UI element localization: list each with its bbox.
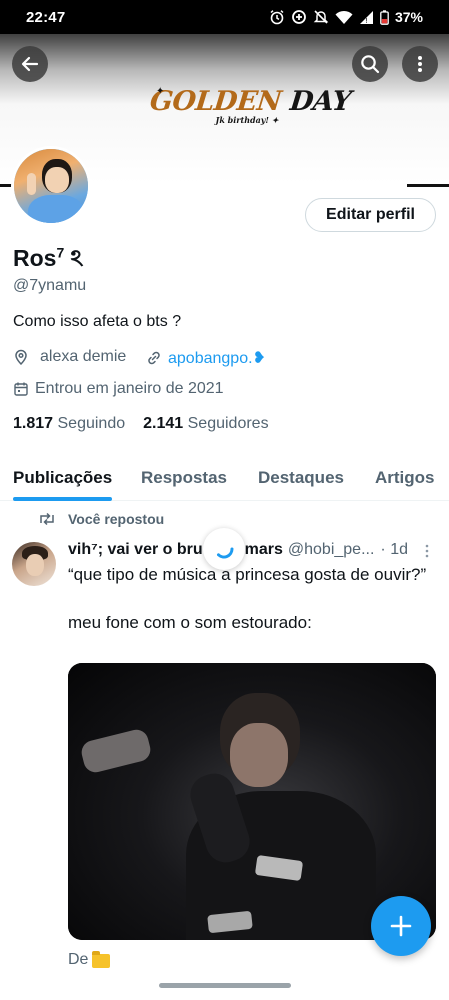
tab-destaques[interactable]: Destaques [258, 454, 344, 501]
banner-title-gold: GOLDEN [148, 86, 283, 117]
post-author-tail: mars [244, 541, 283, 558]
tab-respostas[interactable]: Respostas [141, 454, 227, 501]
link-icon [146, 350, 162, 366]
profile-joined: Entrou em janeiro de 2021 [13, 380, 224, 398]
status-icons: ! 37% [269, 9, 423, 25]
banner-title: GOLDEN DAY [148, 86, 352, 117]
followers-count: 2.141 [143, 415, 184, 432]
svg-text:!: ! [365, 17, 368, 25]
location-text: alexa demie [40, 348, 127, 365]
post-time: · 1d [380, 541, 408, 558]
tab-publicacoes[interactable]: Publicações [13, 454, 113, 501]
arrow-left-icon [21, 56, 39, 72]
search-button[interactable] [352, 46, 388, 82]
display-name-suffix: ঽ [70, 245, 84, 271]
battery-percent: 37% [394, 9, 423, 25]
banner-title-dark: DAY [288, 86, 353, 117]
calendar-icon [13, 381, 35, 397]
post-text: “que tipo de música a princesa gosta de … [68, 565, 427, 632]
status-time: 22:47 [26, 8, 66, 26]
post-author-avatar[interactable] [12, 542, 56, 586]
post-header: vih⁷; vai ver o bru mars @hobi_pe... · 1d [68, 541, 438, 559]
mute-icon [313, 9, 329, 25]
home-indicator[interactable] [159, 983, 291, 988]
banner-logo: GOLDEN DAY Jk birthday! ✦ ✦ [148, 86, 352, 142]
wifi-icon [335, 10, 353, 25]
following-link[interactable]: 1.817 Seguindo [13, 415, 125, 433]
post-media-video[interactable] [68, 663, 436, 940]
more-vertical-icon [418, 56, 422, 72]
post-author-handle[interactable]: @hobi_pe... [288, 541, 375, 559]
repost-indicator: Você repostou [38, 511, 164, 527]
tab-artigos[interactable]: Artigos [375, 454, 435, 501]
post-author-name[interactable]: vih⁷; vai ver o bru mars [68, 541, 283, 559]
profile-link[interactable]: apobangpo.❥ [146, 348, 266, 368]
post-footer-label: De [68, 951, 89, 968]
more-vertical-icon [425, 544, 429, 558]
more-options-button[interactable] [402, 46, 438, 82]
sparkle-icon: ✦ [156, 86, 165, 97]
profile-tabs: Publicações Respostas Destaques Artigos [0, 454, 449, 501]
display-name-text: Ros [13, 245, 57, 271]
signal-icon: ! [359, 10, 374, 25]
search-icon [361, 55, 380, 74]
display-name-sup: 7 [56, 244, 65, 261]
back-button[interactable] [12, 46, 48, 82]
post-more-button[interactable] [420, 544, 434, 563]
banner-divider [407, 184, 449, 187]
following-count: 1.817 [13, 415, 54, 432]
profile-avatar[interactable] [11, 146, 91, 226]
location-pin-icon [13, 349, 35, 365]
joined-text: Entrou em janeiro de 2021 [35, 380, 224, 397]
follow-stats: 1.817 Seguindo 2.141 Seguidores [13, 415, 269, 433]
post-author-text: vih⁷; vai ver o bru [68, 541, 203, 558]
followers-label: Seguidores [187, 415, 269, 432]
edit-profile-button[interactable]: Editar perfil [305, 198, 436, 232]
post-footer-text: De [68, 951, 111, 969]
profile-bio: Como isso afeta o bts ? [13, 313, 182, 330]
spinner-icon [217, 547, 234, 559]
repost-label: Você repostou [68, 511, 165, 527]
status-bar: 22:47 ! 37% [0, 0, 449, 34]
folder-icon [92, 951, 111, 968]
followers-link[interactable]: 2.141 Seguidores [143, 415, 268, 433]
display-name: Ros7 ঽ [13, 240, 83, 279]
compose-post-button[interactable] [371, 896, 431, 956]
following-label: Seguindo [57, 415, 126, 432]
plus-icon [390, 915, 412, 937]
repost-icon [38, 512, 56, 526]
profile-location: alexa demie [13, 348, 126, 366]
profile-handle: @7ynamu [13, 277, 87, 294]
link-text[interactable]: apobangpo.❥ [168, 348, 266, 368]
battery-icon [380, 9, 389, 25]
data-saver-icon [291, 9, 307, 25]
alarm-icon [269, 9, 285, 25]
